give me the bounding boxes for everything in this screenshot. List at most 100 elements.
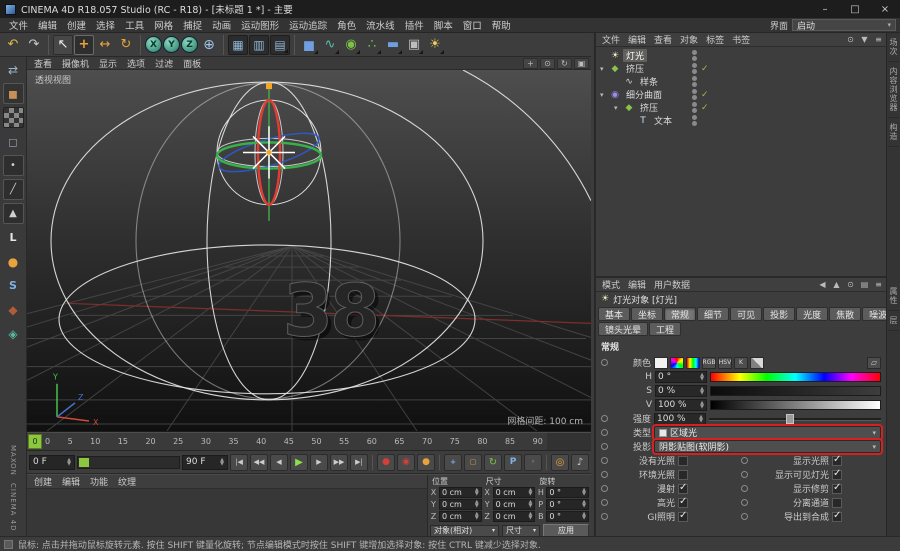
light-type-select[interactable]: 区域光 ▾ bbox=[652, 424, 883, 441]
color-wheel-icon[interactable] bbox=[670, 356, 684, 369]
viewport[interactable]: 38 38 Y X Z 透视视图 网格间距: 100 cm bbox=[27, 70, 591, 432]
record-parameter-button[interactable]: P bbox=[504, 453, 522, 471]
hsv-button[interactable]: HSV bbox=[718, 356, 732, 369]
coordinate-field[interactable]: 0 cm ▲ ▼ bbox=[439, 486, 482, 498]
play-button[interactable]: ▶ bbox=[290, 453, 308, 471]
object-row[interactable]: ∿ 样条 bbox=[596, 75, 886, 88]
panel-tab[interactable]: 场次 bbox=[888, 33, 899, 62]
color-swatch-button[interactable] bbox=[654, 356, 668, 369]
minimize-button[interactable]: – bbox=[810, 0, 840, 18]
pin-icon[interactable]: ▤ bbox=[859, 280, 870, 289]
menu-item[interactable]: 编辑 bbox=[33, 18, 62, 32]
make-editable-button[interactable]: ⇄ bbox=[3, 59, 24, 80]
gradient-bar[interactable] bbox=[710, 385, 881, 396]
stepper-icon[interactable]: ▲ ▼ bbox=[528, 500, 532, 509]
visibility-dots[interactable] bbox=[692, 50, 697, 61]
viewport-canvas[interactable]: 38 38 Y X Z 透视视图 网格间距: 100 cm bbox=[27, 70, 591, 431]
option-right[interactable]: 显示修剪 bbox=[741, 482, 881, 495]
menu-item[interactable]: 功能 bbox=[85, 475, 113, 488]
object-name[interactable]: 挤压 bbox=[637, 101, 661, 114]
size-mode-select[interactable]: 尺寸 ▾ bbox=[502, 524, 540, 537]
workplane-mode-button[interactable]: ◻ bbox=[3, 131, 24, 152]
keyframe-dot[interactable] bbox=[601, 457, 608, 464]
menu-item[interactable]: 工具 bbox=[120, 18, 149, 32]
goto-start-button[interactable]: |◀ bbox=[230, 453, 248, 471]
menu-item[interactable]: 对象 bbox=[676, 33, 702, 46]
visibility-dots[interactable] bbox=[692, 102, 697, 113]
scale-tool[interactable]: ↔ bbox=[95, 35, 115, 55]
coordinate-mode-select[interactable]: 对象(相对) ▾ bbox=[430, 524, 499, 537]
coordinate-field[interactable]: 0 ° ▲ ▼ bbox=[546, 510, 590, 522]
menu-item[interactable]: 窗口 bbox=[458, 18, 487, 32]
checkbox[interactable] bbox=[678, 510, 688, 522]
attribute-tab[interactable]: 噪波 bbox=[862, 307, 886, 321]
light-button[interactable]: ☀ bbox=[425, 35, 445, 55]
menu-item[interactable]: 创建 bbox=[62, 18, 91, 32]
keyframe-dot[interactable] bbox=[741, 499, 748, 506]
object-row[interactable]: ☀ 灯光 bbox=[596, 49, 886, 62]
menu-item[interactable]: 插件 bbox=[400, 18, 429, 32]
texture-mode-button[interactable]: ▦ bbox=[2, 107, 24, 128]
menu-item[interactable]: 脚本 bbox=[429, 18, 458, 32]
axis-x-button[interactable]: X bbox=[145, 36, 162, 53]
coordinate-field[interactable]: 0 ° ▲ ▼ bbox=[546, 498, 590, 510]
viewport-solo-button[interactable]: ◈ bbox=[3, 323, 24, 344]
keyframe-selection-button[interactable]: ● bbox=[417, 453, 435, 471]
panel-tab[interactable]: 层 bbox=[888, 311, 899, 331]
checkbox[interactable] bbox=[832, 482, 842, 494]
keyframe-dot[interactable] bbox=[741, 471, 748, 478]
keyframe-dot[interactable] bbox=[601, 443, 608, 450]
checkbox[interactable] bbox=[678, 469, 688, 480]
rotate-tool[interactable]: ↻ bbox=[116, 35, 136, 55]
section-header[interactable]: 常规 bbox=[601, 339, 881, 355]
menu-item[interactable]: 文件 bbox=[598, 33, 624, 46]
option-left[interactable]: 漫射 bbox=[601, 482, 741, 495]
stepper-icon[interactable]: ▲ ▼ bbox=[582, 512, 586, 521]
model-mode-button[interactable]: ◼ bbox=[2, 83, 24, 104]
end-frame-field[interactable]: 90 F ▲ ▼ bbox=[182, 454, 228, 470]
menu-item[interactable]: 创建 bbox=[29, 475, 57, 488]
axis-handle[interactable] bbox=[266, 83, 272, 90]
menu-item[interactable]: 书签 bbox=[728, 33, 754, 46]
layout-select[interactable]: 启动 ▾ bbox=[792, 19, 896, 32]
lock-axis-button[interactable]: ● bbox=[3, 251, 24, 272]
axis-z-button[interactable]: Z bbox=[181, 36, 198, 53]
stepper-icon[interactable]: ▲ ▼ bbox=[528, 512, 532, 521]
visibility-dots[interactable] bbox=[692, 115, 697, 126]
menu-item[interactable]: 编辑 bbox=[57, 475, 85, 488]
attribute-tab[interactable]: 工程 bbox=[649, 322, 682, 336]
object-name[interactable]: 灯光 bbox=[623, 49, 648, 62]
menu-item[interactable]: 捕捉 bbox=[178, 18, 207, 32]
checkbox[interactable] bbox=[832, 468, 842, 480]
color-spectrum-icon[interactable] bbox=[686, 356, 700, 369]
checkbox[interactable] bbox=[678, 496, 688, 508]
option-right[interactable]: 显示可见灯光 bbox=[741, 468, 881, 481]
checkbox[interactable] bbox=[678, 482, 688, 494]
menu-item[interactable]: 选择 bbox=[91, 18, 120, 32]
option-left[interactable]: 高光 bbox=[601, 496, 741, 509]
panel-tab[interactable]: 属性 bbox=[888, 282, 899, 311]
visibility-dots[interactable] bbox=[692, 63, 697, 74]
zoom-view-icon[interactable]: ⊙ bbox=[540, 57, 555, 69]
range-handle[interactable] bbox=[79, 457, 89, 467]
color-picker-icon[interactable]: ▱ bbox=[867, 356, 881, 369]
attribute-tab[interactable]: 焦散 bbox=[829, 307, 862, 321]
object-row[interactable]: T 文本 bbox=[596, 114, 886, 127]
stepper-icon[interactable]: ▲ ▼ bbox=[699, 414, 703, 423]
stepper-icon[interactable]: ▲ ▼ bbox=[220, 458, 224, 467]
viewport-menu-item[interactable]: 过滤 bbox=[150, 57, 178, 70]
visibility-dots[interactable] bbox=[692, 89, 697, 100]
menu-item[interactable]: 运动图形 bbox=[236, 18, 284, 32]
menu-item[interactable]: 查看 bbox=[650, 33, 676, 46]
attribute-tab[interactable]: 细节 bbox=[697, 307, 730, 321]
viewport-menu-item[interactable]: 选项 bbox=[122, 57, 150, 70]
search-icon[interactable]: ⊙ bbox=[845, 280, 856, 289]
stepper-icon[interactable]: ▲ ▼ bbox=[700, 386, 704, 395]
keyframe-dot[interactable] bbox=[601, 499, 608, 506]
move-tool[interactable]: + bbox=[74, 34, 94, 55]
close-button[interactable]: × bbox=[870, 0, 900, 18]
menu-item[interactable]: 运动追踪 bbox=[284, 18, 332, 32]
subdivision-button[interactable]: ◉ bbox=[341, 35, 361, 55]
camera-button[interactable]: ▣ bbox=[404, 35, 424, 55]
checkbox[interactable] bbox=[832, 497, 842, 508]
